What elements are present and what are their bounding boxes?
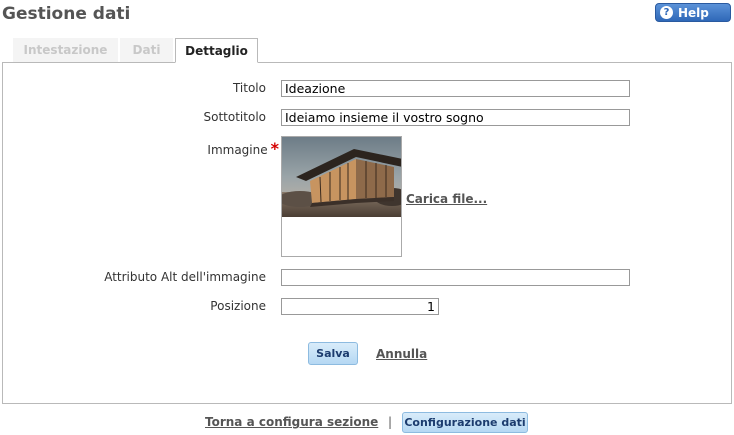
immagine-label: Immagine * bbox=[207, 139, 279, 158]
tab-dati[interactable]: Dati bbox=[120, 38, 173, 62]
cancel-link[interactable]: Annulla bbox=[376, 347, 427, 361]
alt-input[interactable] bbox=[281, 269, 630, 286]
question-icon: ? bbox=[660, 6, 673, 19]
immagine-label-text: Immagine bbox=[207, 143, 268, 157]
posizione-input[interactable] bbox=[281, 298, 439, 315]
sottotitolo-label: Sottotitolo bbox=[203, 110, 266, 124]
titolo-label: Titolo bbox=[232, 81, 266, 95]
footer-separator: | bbox=[388, 415, 393, 429]
help-button[interactable]: ? Help bbox=[655, 3, 731, 22]
config-data-button[interactable]: Configurazione dati bbox=[402, 412, 528, 433]
image-preview bbox=[281, 136, 402, 257]
page-title: Gestione dati bbox=[2, 4, 131, 24]
save-button[interactable]: Salva bbox=[308, 342, 358, 365]
posizione-label: Posizione bbox=[210, 299, 266, 313]
upload-file-link[interactable]: Carica file... bbox=[406, 192, 487, 206]
house-photo bbox=[282, 137, 401, 217]
back-to-config-link[interactable]: Torna a configura sezione bbox=[205, 415, 378, 429]
sottotitolo-input[interactable] bbox=[281, 109, 630, 126]
required-star: * bbox=[270, 139, 279, 158]
help-label: Help bbox=[678, 5, 709, 20]
alt-label: Attributo Alt dell'immagine bbox=[104, 270, 266, 284]
tab-dettaglio[interactable]: Dettaglio bbox=[175, 38, 258, 63]
tab-intestazione[interactable]: Intestazione bbox=[13, 38, 118, 62]
titolo-input[interactable] bbox=[281, 80, 630, 97]
